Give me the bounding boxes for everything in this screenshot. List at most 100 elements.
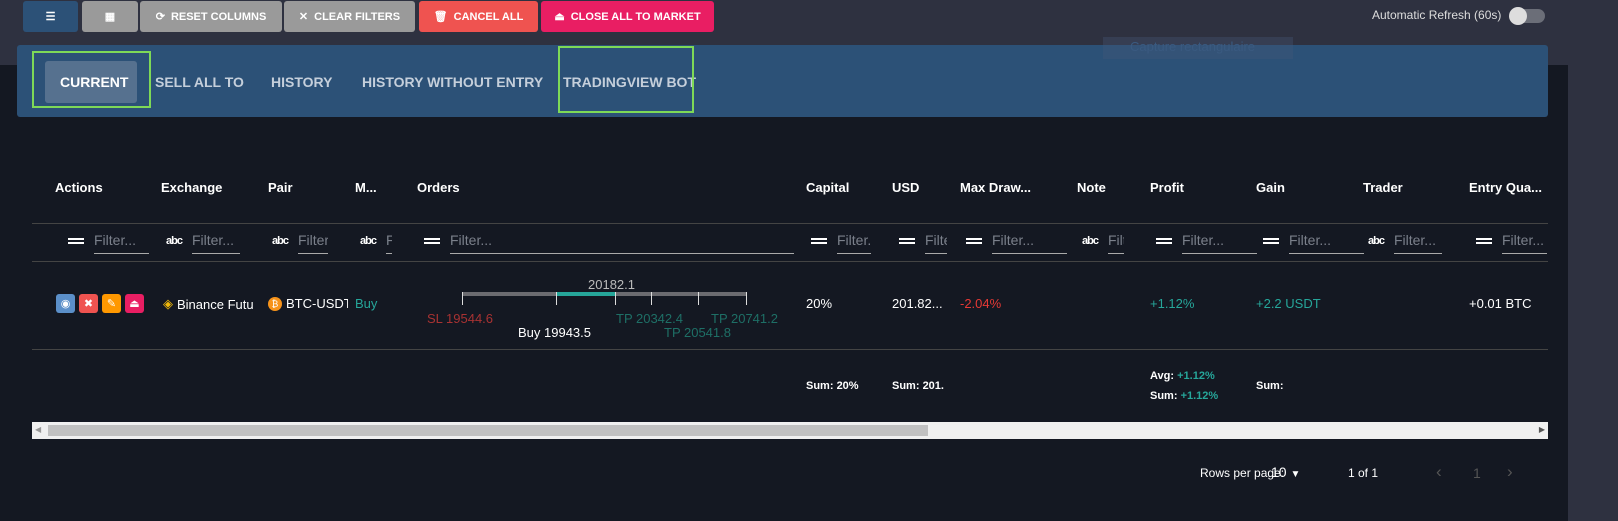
max-drawdown-cell: -2.04% (960, 296, 1002, 311)
divider (32, 261, 1548, 262)
profit-sum: Sum: +1.12% (1150, 390, 1219, 402)
usd-cell: 201.82... (892, 296, 943, 311)
gain-sum: Sum: (1256, 380, 1284, 392)
filter-input-exchange[interactable]: Filter... (191, 228, 240, 254)
numeric-filter-icon[interactable] (966, 238, 982, 244)
tab-sell-all-to[interactable]: SELL ALL TO (155, 60, 244, 103)
prev-page-button[interactable]: ‹ (1436, 462, 1442, 482)
clear-filters-button[interactable]: ✕ CLEAR FILTERS (284, 1, 415, 32)
orders-ticks (462, 292, 747, 306)
col-capital[interactable]: Capital (806, 180, 849, 195)
scroll-right-arrow[interactable]: ▶ (1539, 425, 1545, 434)
main-panel (0, 65, 1568, 521)
highlight-box (32, 51, 151, 108)
filter-input-entry-qty[interactable]: Filter... (1502, 228, 1547, 254)
order-tp2: TP 20541.8 (664, 325, 731, 340)
col-actions[interactable]: Actions (55, 180, 103, 195)
tab-history-without-entry[interactable]: HISTORY WITHOUT ENTRY (362, 60, 543, 103)
filter-input-mode[interactable]: Filter... (385, 228, 392, 254)
numeric-filter-icon[interactable] (1476, 238, 1492, 244)
numeric-filter-icon[interactable] (1263, 238, 1279, 244)
col-exchange[interactable]: Exchange (161, 180, 222, 195)
filter-input-note[interactable]: Filter... (1107, 228, 1124, 254)
col-trader[interactable]: Trader (1363, 180, 1403, 195)
filter-input-max-drawdown[interactable]: Filter... (992, 228, 1067, 254)
scrollbar-thumb[interactable] (48, 425, 928, 436)
divider (32, 223, 1548, 224)
tab-history[interactable]: HISTORY (271, 60, 332, 103)
col-mode[interactable]: M... (355, 180, 377, 195)
col-max-drawdown[interactable]: Max Draw... (960, 180, 1031, 195)
reset-columns-button[interactable]: ⟳ RESET COLUMNS (140, 1, 282, 32)
profit-avg: Avg: +1.12% (1150, 370, 1215, 382)
auto-refresh-label: Automatic Refresh (60s) (1372, 8, 1502, 22)
text-filter-icon[interactable]: abc (1368, 235, 1385, 247)
page-range: 1 of 1 (1348, 466, 1379, 480)
usd-sum: Sum: 201. (892, 380, 944, 392)
edit-icon[interactable]: ✎ (102, 294, 121, 313)
text-filter-icon[interactable]: abc (360, 235, 377, 247)
order-tp3: TP 20741.2 (711, 311, 778, 326)
binance-icon: ◈ (163, 296, 173, 311)
divider (32, 349, 1548, 350)
order-sl: SL 19544.6 (427, 311, 494, 326)
profit-cell: +1.12% (1150, 296, 1195, 311)
delete-icon[interactable]: ✖ (79, 294, 98, 313)
filter-input-actions[interactable]: Filter... (94, 228, 149, 254)
col-profit[interactable]: Profit (1150, 180, 1184, 195)
col-pair[interactable]: Pair (268, 180, 293, 195)
eject-icon: ⏏ (554, 11, 565, 23)
text-filter-icon[interactable]: abc (1082, 235, 1099, 247)
filter-input-trader[interactable]: Filter... (1393, 228, 1442, 254)
rows-per-page-select[interactable]: 10 ▼ (1271, 464, 1300, 480)
trash-icon: 🗑 (433, 11, 448, 23)
text-filter-icon[interactable]: abc (166, 235, 183, 247)
bitcoin-icon: ₿ (268, 296, 282, 311)
list-view-button[interactable]: ☰ (23, 1, 78, 32)
order-tp1: TP 20342.4 (616, 311, 683, 326)
pair-cell: ₿ BTC-USDT (268, 296, 348, 311)
close-all-to-market-button[interactable]: ⏏ CLOSE ALL TO MARKET (541, 1, 714, 32)
caret-down-icon: ▼ (1290, 469, 1301, 480)
close-position-icon[interactable]: ⏏ (125, 294, 144, 313)
auto-refresh-toggle[interactable] (1509, 7, 1545, 25)
view-icon[interactable]: ◉ (56, 294, 75, 313)
gain-cell: +2.2 USDT (1256, 296, 1321, 311)
filter-input-capital[interactable]: Filter... (837, 228, 871, 254)
numeric-filter-icon[interactable] (899, 238, 915, 244)
refresh-icon: ⟳ (155, 11, 165, 23)
tab-bar (17, 45, 1548, 117)
scroll-left-arrow[interactable]: ◀ (35, 425, 41, 434)
numeric-filter-icon[interactable] (68, 238, 84, 244)
horizontal-scrollbar[interactable]: ◀ ▶ (32, 422, 1548, 439)
highlight-box (558, 46, 694, 113)
entry-qty-cell: +0.01 BTC (1469, 296, 1532, 311)
numeric-filter-icon[interactable] (424, 238, 440, 244)
filter-input-pair[interactable]: Filter... (297, 228, 328, 254)
mode-cell: Buy (355, 296, 378, 311)
capture-overlay: Capture rectangulaire (1103, 37, 1293, 59)
filter-input-usd[interactable]: Filter... (925, 228, 947, 254)
toggle-knob (1509, 7, 1527, 25)
page-number[interactable]: 1 (1473, 465, 1481, 481)
filter-input-gain[interactable]: Filter... (1289, 228, 1364, 254)
col-usd[interactable]: USD (892, 180, 919, 195)
order-buy: Buy 19943.5 (518, 325, 592, 340)
order-current-price: 20182.1 (588, 277, 635, 292)
grid-view-button[interactable]: ▦ (82, 1, 138, 32)
capital-sum: Sum: 20% (806, 380, 859, 392)
text-filter-icon[interactable]: abc (272, 235, 289, 247)
row-actions: ◉ ✖ ✎ ⏏ (56, 294, 144, 313)
col-note[interactable]: Note (1077, 180, 1106, 195)
col-gain[interactable]: Gain (1256, 180, 1285, 195)
cancel-all-button[interactable]: 🗑 CANCEL ALL (419, 1, 538, 32)
col-entry-qty[interactable]: Entry Qua... (1469, 180, 1542, 195)
numeric-filter-icon[interactable] (1156, 238, 1172, 244)
next-page-button[interactable]: › (1507, 462, 1513, 482)
col-orders[interactable]: Orders (417, 180, 460, 195)
exchange-cell: ◈ Binance Futu (163, 296, 254, 312)
capital-cell: 20% (806, 296, 833, 311)
numeric-filter-icon[interactable] (811, 238, 827, 244)
filter-input-orders[interactable]: Filter... (450, 228, 794, 254)
filter-input-profit[interactable]: Filter... (1182, 228, 1257, 254)
